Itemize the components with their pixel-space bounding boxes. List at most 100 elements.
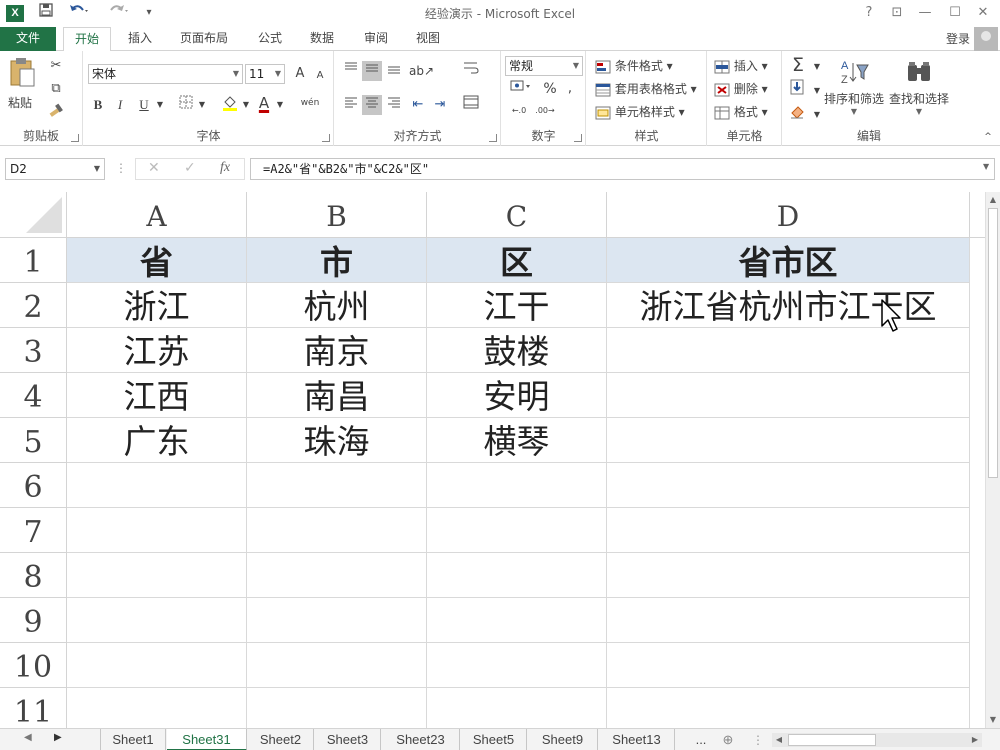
font-launcher-icon[interactable] (322, 134, 330, 142)
row-header-5[interactable]: 5 (0, 418, 67, 463)
tab-insert[interactable]: 插入 (118, 27, 162, 51)
tab-data[interactable]: 数据 (302, 27, 342, 51)
sort-filter-button[interactable]: AZ 排序和筛选 ▼ (823, 57, 885, 116)
clipboard-launcher-icon[interactable] (71, 134, 79, 142)
grow-font-button[interactable]: A (290, 64, 310, 84)
undo-icon[interactable] (64, 3, 94, 23)
clear-icon[interactable] (787, 103, 807, 123)
paste-button[interactable]: 粘贴 (8, 57, 38, 111)
sheet-tab-active[interactable]: Sheet31 (167, 729, 247, 750)
insert-cells-button[interactable]: 插入 ▾ (714, 57, 768, 74)
align-center-icon[interactable] (362, 95, 382, 115)
select-all-corner[interactable] (0, 192, 67, 238)
cell-a1[interactable]: 省 (67, 238, 247, 283)
font-color-dropdown-icon[interactable]: ▼ (270, 95, 290, 115)
formula-input[interactable]: =A2&"省"&B2&"市"&C2&"区" (250, 158, 995, 180)
minimize-button[interactable]: — (914, 3, 936, 23)
bold-button[interactable]: B (88, 95, 108, 115)
italic-button[interactable]: I (110, 95, 130, 115)
horizontal-scrollbar[interactable]: ◀ ▶ (772, 733, 982, 747)
cell-a4[interactable]: 江西 (67, 373, 247, 418)
sheet-tab[interactable]: Sheet5 (461, 729, 527, 750)
sheet-tab[interactable]: Sheet1 (100, 729, 166, 750)
cell-d4[interactable] (607, 373, 970, 418)
save-icon[interactable] (36, 3, 56, 23)
cell-d2[interactable]: 浙江省杭州市江干区 (607, 283, 970, 328)
insert-function-icon[interactable]: fx (220, 160, 230, 176)
cell-d10[interactable] (607, 643, 970, 688)
scroll-left-icon[interactable]: ◀ (772, 733, 786, 747)
orientation-icon[interactable]: ab↗ (409, 61, 434, 81)
cell-d5[interactable] (607, 418, 970, 463)
cell-styles-button[interactable]: 单元格样式 ▾ (595, 103, 685, 120)
cell-c7[interactable] (427, 508, 607, 553)
scroll-right-icon[interactable]: ▶ (968, 733, 982, 747)
sheet-tab[interactable]: Sheet2 (248, 729, 314, 750)
tab-view[interactable]: 视图 (408, 27, 448, 51)
cell-a5[interactable]: 广东 (67, 418, 247, 463)
alignment-launcher-icon[interactable] (489, 134, 497, 142)
column-header-a[interactable]: A (67, 192, 247, 238)
row-header-7[interactable]: 7 (0, 508, 67, 553)
sheet-tab[interactable]: Sheet13 (599, 729, 675, 750)
cell-b2[interactable]: 杭州 (247, 283, 427, 328)
cell-a9[interactable] (67, 598, 247, 643)
shrink-font-button[interactable]: A (310, 66, 330, 86)
wrap-text-icon[interactable] (461, 61, 481, 81)
next-sheet-icon[interactable]: ▶ (54, 732, 62, 743)
row-header-1[interactable]: 1 (0, 238, 67, 283)
collapse-ribbon-icon[interactable]: ^ (978, 127, 998, 147)
vertical-scrollbar[interactable]: ▲ ▼ (985, 192, 1000, 728)
accounting-format-icon[interactable] (506, 79, 536, 99)
copy-icon[interactable]: ⧉ (46, 79, 66, 99)
sheet-tab[interactable]: Sheet23 (382, 729, 460, 750)
formula-bar-resize-icon[interactable]: ⋮ (115, 161, 127, 175)
cell-c3[interactable]: 鼓楼 (427, 328, 607, 373)
cell-d1[interactable]: 省市区 (607, 238, 970, 283)
expand-formula-bar-icon[interactable]: ▼ (983, 162, 989, 171)
format-cells-button[interactable]: 格式 ▾ (714, 103, 768, 120)
row-header-8[interactable]: 8 (0, 553, 67, 598)
scroll-down-icon[interactable]: ▼ (986, 713, 1000, 727)
avatar[interactable] (974, 27, 998, 51)
cell-b11[interactable] (247, 688, 427, 728)
cell-c9[interactable] (427, 598, 607, 643)
middle-align-icon[interactable] (362, 61, 382, 81)
row-header-3[interactable]: 3 (0, 328, 67, 373)
cell-b6[interactable] (247, 463, 427, 508)
row-header-6[interactable]: 6 (0, 463, 67, 508)
column-header-e[interactable] (970, 192, 985, 238)
row-header-11[interactable]: 11 (0, 688, 67, 728)
merge-center-icon[interactable] (461, 95, 481, 115)
cell-b4[interactable]: 南昌 (247, 373, 427, 418)
fill-icon[interactable] (787, 79, 807, 99)
cell-d3[interactable] (607, 328, 970, 373)
comma-style-icon[interactable]: , (560, 79, 580, 99)
sheet-tab[interactable]: Sheet3 (315, 729, 381, 750)
format-as-table-button[interactable]: 套用表格格式 ▾ (595, 80, 697, 97)
close-button[interactable]: ✕ (972, 3, 994, 23)
cell-c8[interactable] (427, 553, 607, 598)
new-sheet-icon[interactable]: ⊕ (716, 729, 740, 750)
cell-a10[interactable] (67, 643, 247, 688)
decrease-indent-icon[interactable]: ⇤ (408, 95, 428, 115)
cell-b8[interactable] (247, 553, 427, 598)
number-launcher-icon[interactable] (574, 134, 582, 142)
phonetic-guide-button[interactable]: wén (296, 93, 324, 113)
cell-a7[interactable] (67, 508, 247, 553)
cell-b7[interactable] (247, 508, 427, 553)
cell-d11[interactable] (607, 688, 970, 728)
cell-c6[interactable] (427, 463, 607, 508)
cell-c4[interactable]: 安明 (427, 373, 607, 418)
cell-c11[interactable] (427, 688, 607, 728)
format-painter-icon[interactable] (46, 102, 66, 122)
more-sheets-button[interactable]: ... (686, 729, 716, 750)
cut-icon[interactable]: ✂ (46, 56, 66, 76)
column-header-b[interactable]: B (247, 192, 427, 238)
cancel-icon[interactable]: ✕ (148, 160, 160, 176)
enter-icon[interactable]: ✓ (184, 160, 196, 176)
sheet-tab[interactable]: Sheet9 (528, 729, 598, 750)
row-header-4[interactable]: 4 (0, 373, 67, 418)
row-header-2[interactable]: 2 (0, 283, 67, 328)
percent-style-button[interactable]: % (540, 79, 560, 99)
